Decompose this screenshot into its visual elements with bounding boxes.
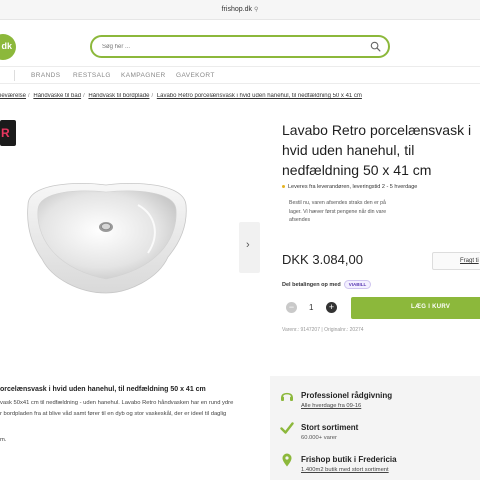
breadcrumb: ieværelse / Håndvaske til bad / Håndvask t… (0, 93, 480, 103)
stock-status-text: Leveres fra leverandøren, leveringstid 2… (288, 184, 418, 190)
map-pin-icon (282, 453, 292, 467)
product-image[interactable] (18, 175, 194, 295)
product-title: Lavabo Retro porcelænsvask i hvid uden h… (282, 122, 472, 178)
page: frishop.dk⚲ dk BRANDS RESTSALG KAMPAGNER… (0, 0, 480, 480)
stock-status: Leveres fra leverandøren, leveringstid 2… (282, 184, 417, 190)
search-bar[interactable] (90, 35, 390, 58)
product-description: orcelænsvask i hvid uden hanehul, til ne… (0, 376, 262, 480)
headset-icon (281, 392, 293, 401)
nav-item-kampagner[interactable]: KAMPAGNER (121, 72, 166, 79)
add-to-cart-label: LÆG I KURV (411, 304, 451, 310)
breadcrumb-link[interactable]: ieværelse (0, 93, 26, 99)
description-line: m. (0, 437, 7, 443)
product-sku: Varenr.: 9147207 | Originalnr.: 20274 (282, 327, 364, 333)
description-line: vask 50x41 cm til nedfældning - uden han… (0, 400, 234, 406)
product-price: DKK 3.084,00 (282, 252, 363, 267)
breadcrumb-link[interactable]: Håndvaske til bad (33, 93, 81, 99)
usp-panel: Professionel rådgivning Alle hverdage fr… (270, 376, 480, 480)
site-logo[interactable]: dk (0, 34, 16, 60)
breadcrumb-current[interactable]: Lavabo Retro porcelænsvask i hvid uden h… (157, 93, 362, 99)
browser-address-bar[interactable]: frishop.dk ⚲ (0, 0, 480, 20)
site-header: dk (0, 20, 480, 66)
url-display[interactable]: frishop.dk ⚲ (0, 6, 480, 13)
brand-badge: R (0, 120, 16, 146)
add-to-cart-button[interactable]: LÆG I KURV (351, 297, 480, 319)
chevron-right-icon: › (246, 239, 250, 251)
usp-subtitle: 60.000+ varer (301, 435, 337, 441)
usp-title: Frishop butik i Fredericia (301, 455, 397, 464)
nav-divider (14, 70, 15, 81)
url-text: frishop.dk (221, 6, 252, 13)
search-icon[interactable] (370, 41, 381, 52)
checkmark-icon (280, 422, 294, 434)
breadcrumb-separator: / (151, 93, 154, 99)
description-title: orcelænsvask i hvid uden hanehul, til ne… (0, 386, 206, 393)
quantity-value[interactable]: 1 (309, 303, 313, 312)
breadcrumb-separator: / (83, 93, 85, 99)
freight-button[interactable]: Fragt ti (432, 252, 480, 270)
logo-text: dk (1, 41, 12, 51)
lock-icon: ⚲ (253, 7, 259, 13)
brand-badge-letter: R (1, 126, 10, 140)
usp-title: Stort sortiment (301, 423, 359, 432)
usp-link[interactable]: Alle hverdage fra 09-16 (301, 403, 361, 409)
description-line: r bordpladen fra at blive våd samt fører… (0, 411, 227, 417)
breadcrumb-link[interactable]: Håndvask til bordplade (88, 93, 149, 99)
nav-item-restsalg[interactable]: RESTSALG (73, 72, 111, 79)
quantity-stepper: − 1 + (282, 297, 342, 319)
payment-split: Del betalingen op med VIABILL (282, 280, 372, 289)
usp-link[interactable]: 1.400m2 butik med stort sortiment (301, 467, 389, 473)
image-next-button[interactable]: › (239, 222, 260, 273)
plus-icon[interactable]: + (326, 302, 337, 313)
breadcrumb-separator: / (28, 93, 30, 99)
minus-icon[interactable]: − (286, 302, 297, 313)
stock-status-dot-icon (282, 185, 285, 189)
stock-note: Bestil nu, varen afsendes straks den er … (289, 200, 387, 223)
nav-item-brands[interactable]: BRANDS (31, 72, 61, 79)
main-nav: BRANDS RESTSALG KAMPAGNER GAVEKORT (0, 66, 480, 84)
viabill-logo[interactable]: VIABILL (343, 280, 372, 289)
usp-title: Professionel rådgivning (301, 391, 393, 400)
nav-item-gavekort[interactable]: GAVEKORT (176, 72, 215, 79)
freight-label: Fragt ti (460, 258, 479, 264)
payment-split-label: Del betalingen op med (282, 282, 341, 288)
search-input[interactable] (102, 41, 362, 53)
